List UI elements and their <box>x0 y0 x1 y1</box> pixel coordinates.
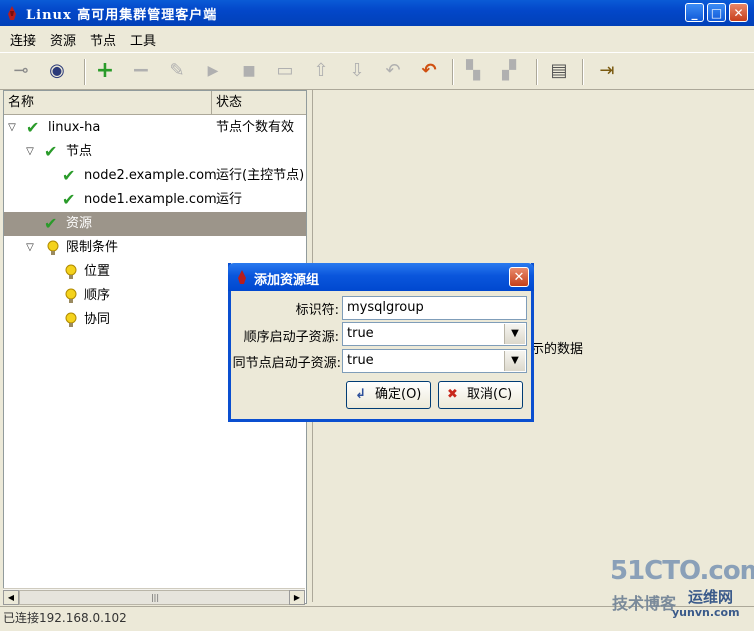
ok-button[interactable]: ↲ 确定(O) <box>346 381 431 409</box>
ordered-label: 顺序启动子资源: <box>243 330 339 345</box>
tree-row-label: 协同 <box>84 312 111 327</box>
tree-row-status: 节点个数有效 <box>216 120 295 135</box>
menu-nodes[interactable]: 节点 <box>90 30 116 49</box>
id-input[interactable]: mysqlgroup <box>342 296 527 320</box>
add-group-dialog: 添加资源组 ✕ 标识符: mysqlgroup 顺序启动子资源: true ▼ … <box>228 263 534 422</box>
heartbeat-app-icon <box>238 270 246 284</box>
tree-row-status: 运行 <box>216 192 243 207</box>
column-header-status[interactable]: 状态 <box>212 91 306 115</box>
column-header-name[interactable]: 名称 <box>4 91 212 115</box>
cancel-button[interactable]: ✖ 取消(C) <box>438 381 523 409</box>
bulb-icon <box>65 288 77 303</box>
tree-row-label: 位置 <box>84 264 111 279</box>
collocated-label: 同节点启动子资源: <box>232 356 341 371</box>
detail-pane-text: 示的数据 <box>531 342 584 357</box>
horizontal-scrollbar[interactable]: ◀ ||| ▶ <box>3 588 305 605</box>
check-icon: ✔ <box>44 142 58 161</box>
minimize-button[interactable]: _ <box>685 3 704 22</box>
move-up-icon[interactable]: ⇧ <box>308 59 334 83</box>
collocated-select-value: true <box>347 353 374 368</box>
check-icon: ✔ <box>62 166 76 185</box>
main-window: Linux 高可用集群管理客户端 _ □ ✕ 连接 资源 节点 工具 ⊸ ◉ +… <box>0 0 754 630</box>
cancel-button-label: 取消(C) <box>467 387 513 402</box>
default-icon[interactable]: ▭ <box>272 59 298 83</box>
bulb-icon <box>65 264 77 279</box>
menu-resources[interactable]: 资源 <box>50 30 76 49</box>
tree-row-label: 节点 <box>66 144 93 159</box>
maximize-button[interactable]: □ <box>707 3 726 22</box>
dialog-title-bar[interactable]: 添加资源组 ✕ <box>228 263 534 291</box>
check-icon: ✔ <box>44 214 58 233</box>
dropdown-arrow-icon[interactable]: ▼ <box>504 351 525 371</box>
ordered-select[interactable]: true ▼ <box>342 322 527 346</box>
start-icon[interactable]: ▶ <box>200 59 226 83</box>
tree-row-status: 运行(主控节点) <box>216 168 305 183</box>
close-button[interactable]: ✕ <box>729 3 748 22</box>
cancel-x-icon: ✖ <box>447 387 458 402</box>
scroll-thumb[interactable]: ||| <box>19 590 291 605</box>
bulb-icon <box>47 240 59 255</box>
tree-row-node2[interactable]: ✔ node2.example.com 运行(主控节点) <box>4 164 306 188</box>
tree-row-cluster[interactable]: ▽ ✔ linux-ha 节点个数有效 <box>4 116 306 140</box>
stop-icon[interactable]: ■ <box>236 59 262 83</box>
tree-row-nodes[interactable]: ▽ ✔ 节点 <box>4 140 306 164</box>
standby-icon[interactable]: ▚ <box>460 59 486 83</box>
refresh-icon[interactable]: ↶ <box>416 59 442 83</box>
menu-tools[interactable]: 工具 <box>130 30 156 49</box>
scroll-left-icon[interactable]: ◀ <box>3 590 19 605</box>
ordered-select-value: true <box>347 326 374 341</box>
check-icon: ✔ <box>26 118 40 137</box>
check-icon: ✔ <box>62 190 76 209</box>
collocated-select[interactable]: true ▼ <box>342 349 527 373</box>
active-icon[interactable]: ▞ <box>496 59 522 83</box>
exit-icon[interactable]: ⇥ <box>594 59 620 83</box>
undo-icon[interactable]: ↶ <box>380 59 406 83</box>
log-icon[interactable]: ▤ <box>546 59 572 83</box>
enter-icon: ↲ <box>355 387 366 402</box>
expand-arrow-icon[interactable]: ▽ <box>24 140 36 164</box>
scroll-right-icon[interactable]: ▶ <box>289 590 305 605</box>
remove-icon[interactable]: − <box>128 59 154 83</box>
disconnect-icon[interactable]: ◉ <box>44 59 70 83</box>
title-bar[interactable]: Linux 高可用集群管理客户端 _ □ ✕ <box>0 0 754 26</box>
toolbar: ⊸ ◉ + − ✎ ▶ ■ ▭ ⇧ ⇩ ↶ ↶ ▚ ▞ ▤ ⇥ <box>0 52 754 90</box>
cleanup-icon[interactable]: ✎ <box>164 59 190 83</box>
ok-button-label: 确定(O) <box>375 387 422 402</box>
tree-row-label: 资源 <box>66 216 93 231</box>
tree-row-label: node1.example.com <box>84 192 217 207</box>
expand-arrow-icon[interactable]: ▽ <box>24 236 36 260</box>
tree-row-resources[interactable]: ✔ 资源 <box>4 212 306 236</box>
move-down-icon[interactable]: ⇩ <box>344 59 370 83</box>
connect-icon[interactable]: ⊸ <box>8 59 34 83</box>
tree-row-label: 限制条件 <box>66 240 119 255</box>
id-label: 标识符: <box>295 303 339 318</box>
dialog-title: 添加资源组 <box>254 273 320 288</box>
bulb-icon <box>65 312 77 327</box>
dialog-close-button[interactable]: ✕ <box>509 267 529 287</box>
tree-row-constraints[interactable]: ▽ 限制条件 <box>4 236 306 260</box>
tree-row-node1[interactable]: ✔ node1.example.com 运行 <box>4 188 306 212</box>
tree-row-label: 顺序 <box>84 288 111 303</box>
menu-connect[interactable]: 连接 <box>10 30 36 49</box>
tree-row-label: linux-ha <box>48 120 101 135</box>
add-icon[interactable]: + <box>92 59 118 83</box>
dropdown-arrow-icon[interactable]: ▼ <box>504 324 525 344</box>
menu-bar: 连接 资源 节点 工具 <box>0 26 754 50</box>
expand-arrow-icon[interactable]: ▽ <box>6 116 18 140</box>
tree-row-label: node2.example.com <box>84 168 217 183</box>
window-title: Linux 高可用集群管理客户端 <box>26 8 218 23</box>
heartbeat-app-icon <box>8 6 16 20</box>
